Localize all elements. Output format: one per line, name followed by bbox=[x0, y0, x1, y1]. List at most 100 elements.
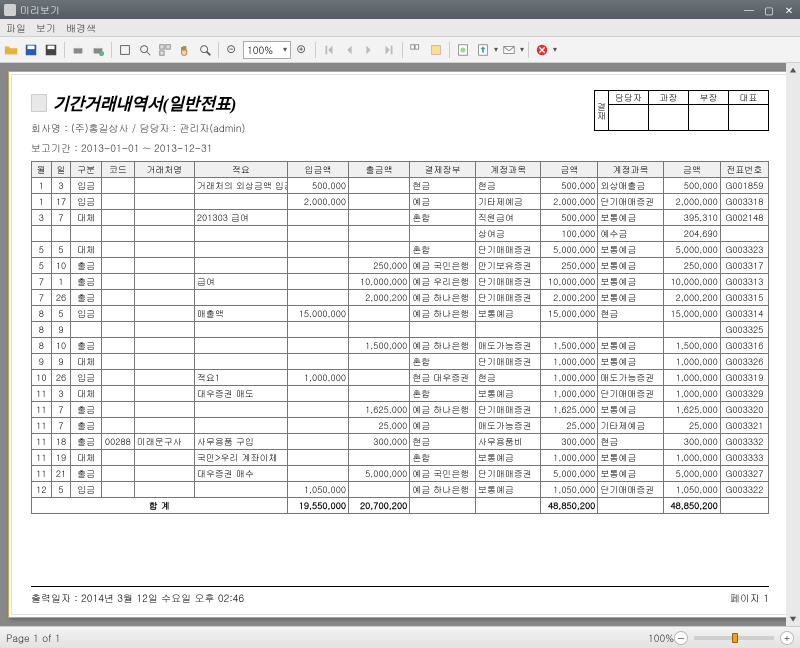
cell-m: 8 bbox=[32, 306, 52, 322]
vertical-scrollbar[interactable]: ▲ ▼ bbox=[786, 63, 800, 626]
watermark-icon[interactable] bbox=[454, 41, 472, 59]
zoom-in-icon[interactable] bbox=[293, 41, 311, 59]
exit-icon[interactable] bbox=[533, 41, 551, 59]
minimize-button[interactable]: ─ bbox=[742, 3, 756, 17]
cell-amt2: 2,000,200 bbox=[663, 290, 720, 306]
zoom-slider[interactable] bbox=[694, 636, 774, 640]
hand-tool-icon[interactable] bbox=[176, 41, 194, 59]
cell-out bbox=[349, 178, 410, 194]
cell-memo: 거래처의 외상금액 입금 bbox=[194, 178, 287, 194]
last-page-icon[interactable] bbox=[380, 41, 398, 59]
magnifier-icon[interactable] bbox=[196, 41, 214, 59]
cell-code bbox=[101, 450, 134, 466]
zoom-combo[interactable]: 100%▾ bbox=[243, 41, 291, 59]
cell-memo: 급여 bbox=[194, 274, 287, 290]
table-row: 117출금25,000예금매도가능증권25,000기타제예금25,000G003… bbox=[32, 418, 769, 434]
cell-no: G002148 bbox=[720, 210, 768, 226]
print-quick-icon[interactable] bbox=[89, 41, 107, 59]
maximize-button[interactable]: ▢ bbox=[762, 3, 776, 17]
cell-memo bbox=[194, 258, 287, 274]
cell-acc2: 현금 bbox=[598, 306, 664, 322]
open-icon[interactable] bbox=[2, 41, 20, 59]
dropdown-icon[interactable]: ▾ bbox=[520, 44, 524, 55]
cell-amt2: 5,000,000 bbox=[663, 466, 720, 482]
cell-acc2: 현금 bbox=[598, 434, 664, 450]
zoom-minus-button[interactable]: − bbox=[674, 631, 688, 645]
cell-cust bbox=[134, 258, 194, 274]
first-page-icon[interactable] bbox=[320, 41, 338, 59]
document-viewport[interactable]: 기간거래내역서(일반전표) 회사명 : (주)홍길상사 / 담당자 : 관리자(… bbox=[0, 63, 800, 626]
next-page-icon[interactable] bbox=[360, 41, 378, 59]
thumbnails-icon[interactable] bbox=[156, 41, 174, 59]
cell-no: G003318 bbox=[720, 194, 768, 210]
cell-in bbox=[287, 418, 348, 434]
table-header: 코드 bbox=[101, 162, 134, 178]
zoom-out-icon[interactable] bbox=[223, 41, 241, 59]
cell-amt2: 1,000,000 bbox=[663, 370, 720, 386]
cell-acc2: 보통예금 bbox=[598, 354, 664, 370]
parameters-icon[interactable] bbox=[116, 41, 134, 59]
cell-book: 예금 하나은행 bbox=[410, 290, 476, 306]
cell-amt1: 1,000,000 bbox=[541, 370, 598, 386]
search-icon[interactable] bbox=[136, 41, 154, 59]
cell-memo: 대우증권 매도 bbox=[194, 386, 287, 402]
cell-out bbox=[349, 194, 410, 210]
cell-acc2: 보통예금 bbox=[598, 274, 664, 290]
menu-view[interactable]: 보기 bbox=[36, 21, 56, 35]
report-title-text: 기간거래내역서(일반전표) bbox=[53, 90, 236, 115]
menu-bar: 파일 보기 배경색 bbox=[0, 19, 800, 37]
cell-d: 19 bbox=[51, 450, 71, 466]
cell-m: 1 bbox=[32, 178, 52, 194]
total-amt2: 48,850,200 bbox=[663, 498, 720, 514]
multipage-icon[interactable] bbox=[407, 41, 425, 59]
table-row: 113대체대우증권 매도혼합보통예금1,000,000단기매매증권1,000,0… bbox=[32, 386, 769, 402]
menu-background[interactable]: 배경색 bbox=[66, 21, 96, 35]
dropdown-icon[interactable]: ▾ bbox=[553, 44, 557, 55]
table-header: 전표번호 bbox=[720, 162, 768, 178]
cell-amt1: 250,000 bbox=[541, 258, 598, 274]
save-icon[interactable] bbox=[22, 41, 40, 59]
approval-box: 결재 담당자 과장 부장 대표 bbox=[594, 90, 769, 131]
cell-acc1: 보통예금 bbox=[475, 306, 541, 322]
highlight-icon[interactable] bbox=[427, 41, 445, 59]
print-icon[interactable] bbox=[69, 41, 87, 59]
report-period: 보고기간 : 2013-01-01 ~ 2013-12-31 bbox=[31, 141, 245, 155]
cell-in bbox=[287, 354, 348, 370]
save-disk-icon[interactable] bbox=[42, 41, 60, 59]
cell-amt1: 2,000,200 bbox=[541, 290, 598, 306]
table-header: 금액 bbox=[663, 162, 720, 178]
export-icon[interactable] bbox=[474, 41, 492, 59]
zoom-plus-button[interactable]: + bbox=[780, 631, 794, 645]
cell-code bbox=[101, 370, 134, 386]
zoom-slider-knob[interactable] bbox=[732, 633, 738, 643]
menu-file[interactable]: 파일 bbox=[6, 21, 26, 35]
cell-out bbox=[349, 242, 410, 258]
cell-cust bbox=[134, 402, 194, 418]
cell-acc1: 보통예금 bbox=[475, 482, 541, 498]
cell-book: 현금 bbox=[410, 434, 476, 450]
total-in: 19,550,000 bbox=[287, 498, 348, 514]
cell-cust: 미래문구사 bbox=[134, 434, 194, 450]
prev-page-icon[interactable] bbox=[340, 41, 358, 59]
cell-code bbox=[101, 210, 134, 226]
cell-out bbox=[349, 226, 410, 242]
cell-d: 7 bbox=[51, 402, 71, 418]
close-button[interactable]: ✕ bbox=[782, 3, 796, 17]
cell-t bbox=[71, 226, 102, 242]
table-row: 71출금급여10,000,000예금 우리은행단기매매증권10,000,000보… bbox=[32, 274, 769, 290]
cell-t: 대체 bbox=[71, 450, 102, 466]
cell-amt2 bbox=[663, 322, 720, 338]
email-icon[interactable] bbox=[500, 41, 518, 59]
scroll-down-icon[interactable]: ▼ bbox=[786, 612, 800, 626]
cell-amt1: 5,000,000 bbox=[541, 466, 598, 482]
cell-no: G003313 bbox=[720, 274, 768, 290]
dropdown-icon[interactable]: ▾ bbox=[494, 44, 498, 55]
cell-cust bbox=[134, 306, 194, 322]
cell-amt2: 1,000,000 bbox=[663, 354, 720, 370]
scroll-up-icon[interactable]: ▲ bbox=[786, 63, 800, 77]
cell-acc2: 예수금 bbox=[598, 226, 664, 242]
cell-memo bbox=[194, 354, 287, 370]
cell-acc2 bbox=[598, 322, 664, 338]
table-row: 726출금2,000,200예금 하나은행단기매매증권2,000,200보통예금… bbox=[32, 290, 769, 306]
table-row: 37대체201303 급여혼합직원급여500,000보통예금395,310G00… bbox=[32, 210, 769, 226]
